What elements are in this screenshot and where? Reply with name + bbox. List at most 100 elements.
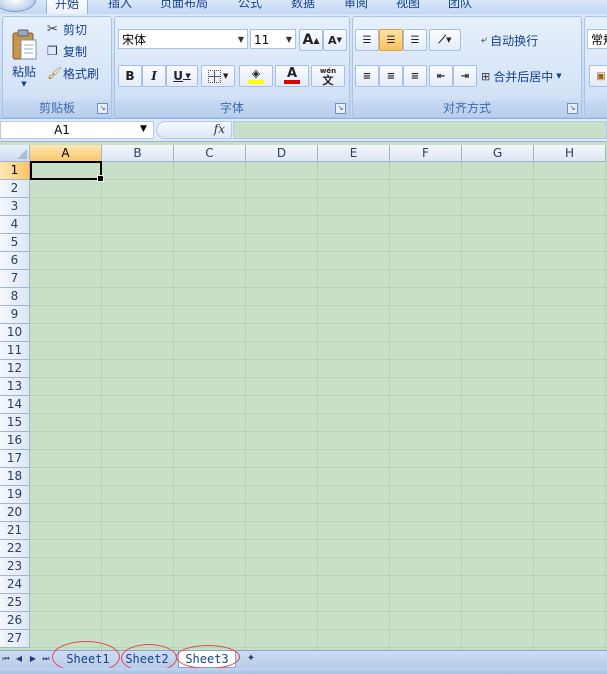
tab-insert[interactable]: 插入: [108, 0, 132, 12]
tab-view[interactable]: 视图: [396, 0, 420, 12]
column-header-d[interactable]: D: [246, 145, 318, 162]
column-header-c[interactable]: C: [174, 145, 246, 162]
cell-area[interactable]: [30, 162, 607, 650]
row-header-26[interactable]: 26: [0, 612, 30, 630]
select-all-button[interactable]: [0, 145, 30, 162]
align-center-button[interactable]: ≡: [379, 65, 403, 87]
merge-center-button[interactable]: ⊞ 合并后居中 ▼: [481, 67, 562, 85]
underline-label: U: [173, 69, 183, 83]
formula-input[interactable]: [233, 121, 607, 139]
name-box[interactable]: A1: [0, 121, 154, 139]
increase-indent-button[interactable]: ⇥: [453, 65, 477, 87]
font-color-button[interactable]: A: [275, 65, 309, 87]
phonetic-button[interactable]: wén 文: [311, 65, 345, 87]
shrink-font-button[interactable]: A ▼: [323, 29, 347, 51]
align-top-icon: ☰: [362, 34, 372, 46]
insert-function-button[interactable]: fx: [156, 121, 232, 139]
next-sheet-icon[interactable]: ▶: [27, 652, 39, 666]
row-header-25[interactable]: 25: [0, 594, 30, 612]
row-header-20[interactable]: 20: [0, 504, 30, 522]
accounting-format-button[interactable]: ▣: [589, 65, 607, 87]
tab-data[interactable]: 数据: [291, 0, 315, 12]
tab-review[interactable]: 审阅: [344, 0, 368, 12]
row-header-17[interactable]: 17: [0, 450, 30, 468]
row-header-1[interactable]: 1: [0, 162, 30, 180]
font-size-combo[interactable]: 11 ▼: [250, 29, 296, 49]
borders-button[interactable]: ▼: [201, 65, 235, 87]
row-header-12[interactable]: 12: [0, 360, 30, 378]
row-header-11[interactable]: 11: [0, 342, 30, 360]
align-left-button[interactable]: ≡: [355, 65, 379, 87]
column-header-e[interactable]: E: [318, 145, 390, 162]
row-header-13[interactable]: 13: [0, 378, 30, 396]
fill-color-button[interactable]: ◈: [239, 65, 273, 87]
chevron-down-icon[interactable]: ▼: [140, 124, 147, 134]
chevron-down-icon[interactable]: ▼: [556, 72, 561, 80]
tab-team[interactable]: 团队: [448, 0, 472, 12]
align-top-button[interactable]: ☰: [355, 29, 379, 51]
row-header-8[interactable]: 8: [0, 288, 30, 306]
row-header-18[interactable]: 18: [0, 468, 30, 486]
decrease-indent-icon: ⇤: [436, 70, 446, 82]
row-header-15[interactable]: 15: [0, 414, 30, 432]
underline-button[interactable]: U ▼: [166, 65, 198, 87]
row-header-21[interactable]: 21: [0, 522, 30, 540]
annotation-ring-sheet3: [176, 645, 240, 669]
row-header-23[interactable]: 23: [0, 558, 30, 576]
align-right-button[interactable]: ≡: [403, 65, 427, 87]
font-name-combo[interactable]: 宋体 ▼: [118, 29, 248, 49]
format-painter-button[interactable]: 🖌 格式刷: [47, 64, 99, 82]
row-header-4[interactable]: 4: [0, 216, 30, 234]
insert-sheet-icon[interactable]: ✦: [242, 652, 260, 666]
grow-font-button[interactable]: A ▲: [299, 29, 323, 51]
copy-button[interactable]: ❐ 复制: [47, 42, 87, 60]
row-header-27[interactable]: 27: [0, 630, 30, 648]
column-header-f[interactable]: F: [390, 145, 462, 162]
chevron-down-icon[interactable]: ▼: [238, 30, 244, 50]
first-sheet-icon[interactable]: ⏮: [0, 652, 12, 666]
column-header-a[interactable]: A: [30, 145, 102, 162]
orientation-button[interactable]: ⟋ ▼: [429, 29, 461, 51]
row-header-2[interactable]: 2: [0, 180, 30, 198]
column-header-h[interactable]: H: [534, 145, 606, 162]
alignment-dialog-launcher-icon[interactable]: ↘: [567, 103, 578, 114]
active-cell-a1[interactable]: [30, 161, 104, 182]
row-header-6[interactable]: 6: [0, 252, 30, 270]
office-button[interactable]: [0, 0, 36, 12]
alignment-group-label: 对齐方式: [353, 100, 581, 117]
chevron-down-icon[interactable]: ▼: [286, 30, 292, 50]
row-header-7[interactable]: 7: [0, 270, 30, 288]
clipboard-dialog-launcher-icon[interactable]: ↘: [97, 103, 108, 114]
prev-sheet-icon[interactable]: ◀: [13, 652, 25, 666]
italic-button[interactable]: I: [142, 65, 166, 87]
row-header-22[interactable]: 22: [0, 540, 30, 558]
row-header-5[interactable]: 5: [0, 234, 30, 252]
row-header-19[interactable]: 19: [0, 486, 30, 504]
wrap-text-button[interactable]: ⤶ 自动换行: [481, 31, 538, 49]
border-grid-icon: [207, 69, 221, 83]
align-bottom-button[interactable]: ☰: [403, 29, 427, 51]
tab-formulas[interactable]: 公式: [238, 0, 262, 12]
cut-button[interactable]: ✂ 剪切: [47, 20, 87, 38]
font-dialog-launcher-icon[interactable]: ↘: [335, 103, 346, 114]
row-header-14[interactable]: 14: [0, 396, 30, 414]
row-header-9[interactable]: 9: [0, 306, 30, 324]
decrease-indent-button[interactable]: ⇤: [429, 65, 453, 87]
paste-icon: [12, 29, 37, 59]
align-middle-button[interactable]: ☰: [379, 29, 403, 51]
column-header-g[interactable]: G: [462, 145, 534, 162]
number-group-label: [585, 100, 607, 117]
tab-page-layout[interactable]: 页面布局: [160, 0, 208, 12]
tab-home[interactable]: 开始: [46, 0, 89, 15]
row-header-24[interactable]: 24: [0, 576, 30, 594]
row-header-16[interactable]: 16: [0, 432, 30, 450]
paste-button[interactable]: 粘贴 ▼: [5, 19, 43, 97]
row-header-10[interactable]: 10: [0, 324, 30, 342]
row-header-3[interactable]: 3: [0, 198, 30, 216]
clipboard-group-label: 剪贴板: [3, 100, 111, 117]
grow-font-icon: A: [302, 32, 314, 48]
column-header-b[interactable]: B: [102, 145, 174, 162]
last-sheet-icon[interactable]: ⏭: [40, 652, 52, 666]
bold-button[interactable]: B: [118, 65, 142, 87]
number-format-combo[interactable]: 常规: [587, 29, 607, 49]
